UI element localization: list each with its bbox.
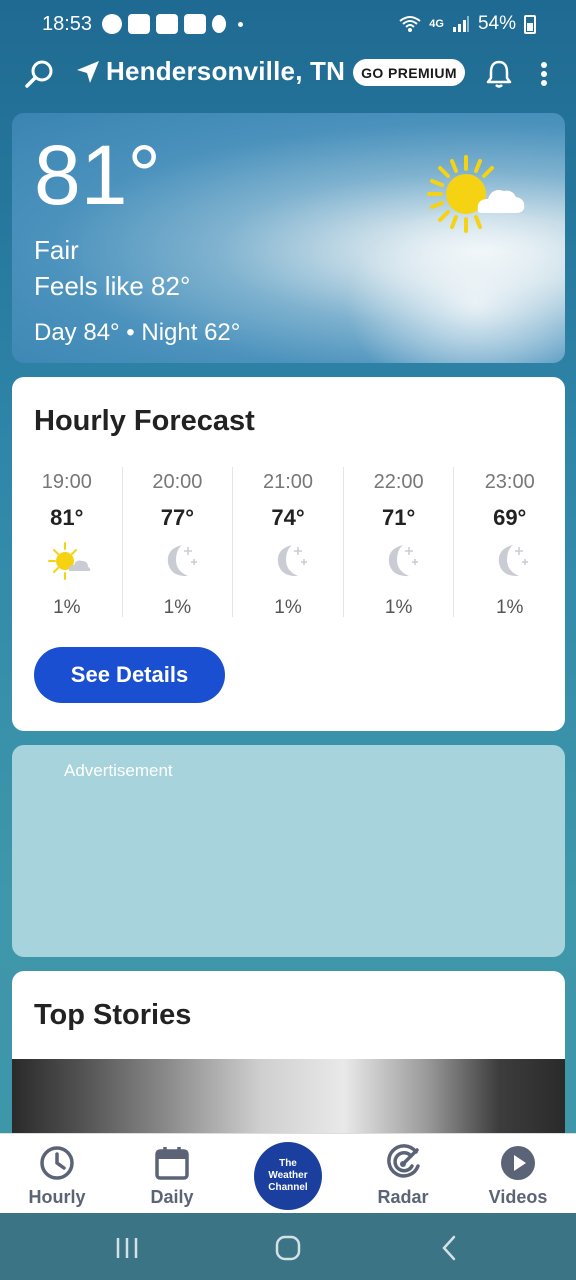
current-condition: Fair <box>34 235 79 265</box>
nav-daily[interactable]: Daily <box>117 1144 227 1208</box>
network-type: 4G <box>429 18 444 30</box>
hour-time: 21:00 <box>262 471 314 493</box>
nav-radar-label: Radar <box>377 1187 429 1207</box>
current-conditions-card[interactable]: 81° Fair Feels like 82° Day 84° • Night … <box>12 113 565 363</box>
clock-icon <box>40 1146 74 1180</box>
hour-temperature: 77° <box>160 505 195 530</box>
status-right: 4G 54% <box>399 13 536 35</box>
status-time: 18:53 <box>42 13 93 35</box>
notification-icons <box>102 14 243 34</box>
moon-icon <box>388 545 418 577</box>
advertisement-slot[interactable]: Advertisement <box>12 745 565 957</box>
hour-precip: 1% <box>274 597 302 618</box>
moon-icon <box>167 545 197 577</box>
calendar-icon <box>155 1147 189 1180</box>
hour-temperature: 74° <box>271 505 305 530</box>
story-thumbnail[interactable] <box>12 1059 565 1141</box>
hourly-item[interactable]: 22:00 71° 1% <box>344 467 455 618</box>
battery-percent: 54% <box>477 13 516 34</box>
logo-line: Weather <box>268 1170 308 1181</box>
youtube-icon <box>128 14 150 34</box>
day-night-temps: Day 84° • Night 62° <box>34 319 241 346</box>
nav-videos-label: Videos <box>488 1187 548 1207</box>
home-icon[interactable] <box>273 1233 303 1263</box>
current-temperature: 81° <box>34 128 162 222</box>
hourly-item[interactable]: 21:00 74° 1% <box>233 467 344 618</box>
play-icon <box>501 1146 535 1180</box>
nav-hourly-label: Hourly <box>28 1187 86 1207</box>
moon-icon <box>499 545 529 577</box>
battery-icon <box>524 14 536 34</box>
logo-line: Channel <box>268 1182 308 1193</box>
search-icon[interactable] <box>24 58 56 90</box>
hour-time: 22:00 <box>373 471 424 493</box>
nav-radar[interactable]: Radar <box>348 1144 458 1208</box>
advertisement-label: Advertisement <box>64 761 173 780</box>
see-details-button[interactable]: See Details <box>34 647 225 703</box>
hourly-forecast-title: Hourly Forecast <box>34 405 255 437</box>
youtube-icon <box>184 14 206 34</box>
wifi-icon <box>399 16 421 32</box>
more-options-icon[interactable] <box>532 58 556 90</box>
sun-with-cloud-icon <box>427 155 525 233</box>
app-header: Hendersonville, TN GO PREMIUM <box>0 48 576 100</box>
hour-precip: 1% <box>53 597 81 618</box>
back-icon[interactable] <box>434 1233 464 1263</box>
hour-temperature: 69° <box>493 505 527 530</box>
logo-line: The <box>279 1158 297 1169</box>
hour-precip: 1% <box>163 597 192 618</box>
recent-apps-icon[interactable] <box>112 1233 142 1263</box>
hourly-forecast-card: Hourly Forecast 19:00 81° 1% 20:00 77° 1… <box>12 377 565 731</box>
radar-icon <box>387 1144 420 1178</box>
hour-precip: 1% <box>495 597 524 618</box>
nav-videos[interactable]: Videos <box>463 1144 573 1208</box>
more-notifications-dot-icon <box>238 21 243 27</box>
youtube-icon <box>156 14 178 34</box>
top-stories-title: Top Stories <box>34 999 192 1031</box>
bottom-navigation: Hourly Daily The Weather Channel Radar V… <box>0 1133 576 1213</box>
hourly-item[interactable]: 23:00 69° 1% <box>454 467 565 618</box>
hourly-item[interactable]: 20:00 77° 1% <box>123 467 234 618</box>
moon-icon <box>277 545 308 577</box>
hourly-item[interactable]: 19:00 81° 1% <box>12 467 123 618</box>
hour-temperature: 81° <box>50 505 84 530</box>
hour-precip: 1% <box>384 597 413 618</box>
status-bar: 18:53 4G 54% <box>0 0 576 48</box>
go-premium-button[interactable]: GO PREMIUM <box>353 59 465 86</box>
bell-icon[interactable] <box>484 58 514 90</box>
location-name: Hendersonville, TN <box>106 56 346 86</box>
hour-temperature: 71° <box>381 505 416 530</box>
nav-daily-label: Daily <box>150 1187 194 1207</box>
hour-time: 23:00 <box>484 471 535 493</box>
feels-like: Feels like 82° <box>34 271 191 301</box>
the-weather-channel-logo[interactable]: The Weather Channel <box>254 1142 322 1210</box>
top-stories-card: Top Stories <box>12 971 565 1141</box>
system-navigation-bar <box>0 1213 576 1280</box>
hour-time: 19:00 <box>41 471 92 493</box>
nav-hourly[interactable]: Hourly <box>2 1144 112 1208</box>
location-selector[interactable]: Hendersonville, TN <box>74 56 345 87</box>
location-arrow-icon <box>77 60 99 83</box>
hourly-list: 19:00 81° 1% 20:00 77° 1% 21:00 74° 1% 2… <box>12 467 565 627</box>
sun-with-cloud-icon <box>48 542 91 580</box>
hour-time: 20:00 <box>152 471 203 493</box>
signal-icon <box>452 16 469 32</box>
snowman-icon <box>212 15 226 33</box>
check-icon <box>102 14 122 34</box>
